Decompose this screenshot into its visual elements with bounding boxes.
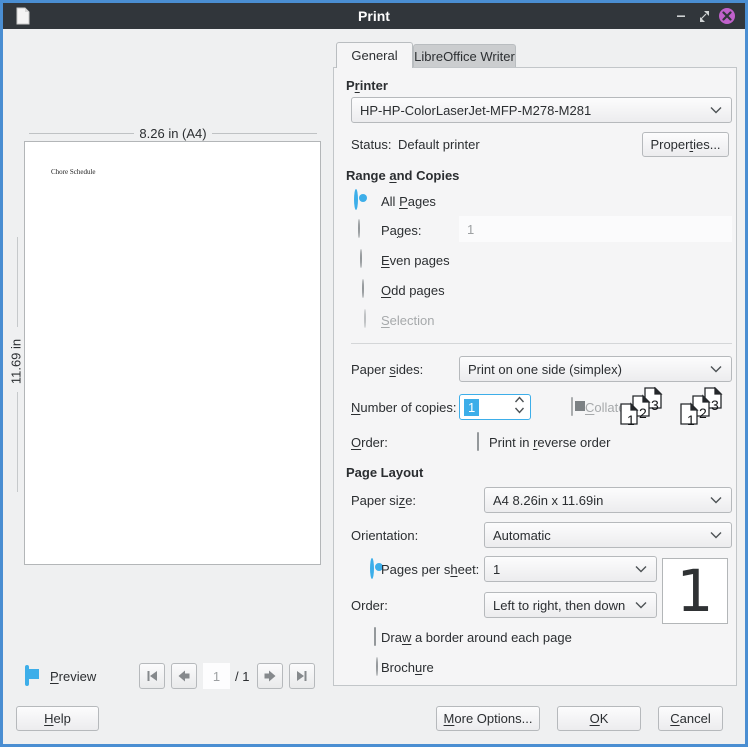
guide-line [17, 237, 18, 327]
document-title-text: Chore Schedule [51, 168, 96, 176]
brochure-label[interactable]: Brochure [381, 660, 434, 675]
paper-width-label: 8.26 in (A4) [139, 126, 206, 141]
all-pages-label[interactable]: All Pages [381, 194, 436, 209]
draw-border-checkbox[interactable] [374, 627, 376, 646]
odd-pages-label[interactable]: Odd pages [381, 283, 445, 298]
pages-per-sheet-label[interactable]: Pages per sheet: [381, 562, 479, 577]
order-label: Order: [351, 435, 388, 450]
number-of-copies-label: Number of copies: [351, 400, 457, 415]
copies-value: 1 [464, 399, 479, 416]
properties-button[interactable]: Properties... [642, 132, 729, 157]
collate-checkbox [571, 397, 573, 416]
even-pages-label[interactable]: Even pages [381, 253, 450, 268]
draw-border-label[interactable]: Draw a border around each page [381, 630, 572, 645]
window-title: Print [3, 3, 745, 29]
paper-size-select[interactable]: A4 8.26in x 11.69in [484, 487, 732, 513]
preview-checkbox-label[interactable]: Preview [50, 669, 96, 684]
collate-pages-icon: 123 [679, 387, 723, 434]
more-options-button[interactable]: More Options... [436, 706, 540, 731]
next-page-icon[interactable] [257, 663, 283, 689]
chevron-down-icon [709, 103, 723, 118]
paper-width-guide: 8.26 in (A4) [24, 126, 322, 141]
all-pages-radio[interactable] [354, 189, 358, 210]
odd-pages-radio[interactable] [362, 279, 364, 298]
paper-size-value: A4 8.26in x 11.69in [493, 493, 603, 508]
pages-radio[interactable] [358, 219, 360, 238]
printer-select[interactable]: HP-HP-ColorLaserJet-MFP-M278-M281 [351, 97, 732, 123]
svg-text:2: 2 [699, 405, 707, 421]
print-preview-page: Chore Schedule [24, 141, 321, 565]
pages-per-sheet-radio[interactable] [370, 558, 374, 579]
orientation-select[interactable]: Automatic [484, 522, 732, 548]
chevron-down-icon [709, 493, 723, 508]
help-button[interactable]: Help [16, 706, 99, 731]
svg-text:3: 3 [651, 397, 659, 413]
svg-text:1: 1 [627, 412, 635, 428]
prev-page-icon[interactable] [171, 663, 197, 689]
reverse-order-label[interactable]: Print in reverse order [489, 435, 610, 450]
svg-text:3: 3 [711, 397, 719, 413]
chevron-down-icon [634, 562, 648, 577]
page-total-label: / 1 [235, 669, 249, 684]
minimize-icon[interactable] [673, 8, 689, 24]
copies-spinner[interactable]: 1 [459, 394, 531, 420]
paper-sides-value: Print on one side (simplex) [468, 362, 622, 377]
printer-heading: Printer [346, 78, 388, 93]
chevron-down-icon [709, 362, 723, 377]
sheet-order-value: Left to right, then down [493, 598, 625, 613]
current-page-input[interactable]: 1 [203, 663, 230, 689]
pages-per-sheet-select[interactable]: 1 [484, 556, 657, 582]
status-label: Status: [351, 137, 391, 152]
spinner-up-down-icon[interactable] [513, 394, 526, 421]
sheet-order-select[interactable]: Left to right, then down [484, 592, 657, 618]
guide-line [212, 133, 317, 134]
orientation-label: Orientation: [351, 528, 418, 543]
pages-radio-label[interactable]: Pages: [381, 223, 421, 238]
orientation-value: Automatic [493, 528, 551, 543]
cancel-button[interactable]: Cancel [658, 706, 723, 731]
pages-per-sheet-value: 1 [493, 562, 500, 577]
tab-general[interactable]: General [336, 42, 413, 68]
first-page-icon[interactable] [139, 663, 165, 689]
tab-libreoffice-writer[interactable]: LibreOffice Writer [413, 44, 516, 68]
chevron-down-icon [634, 598, 648, 613]
paper-sides-label: Paper sides: [351, 362, 423, 377]
section-divider [351, 343, 732, 344]
general-tab-panel: Printer HP-HP-ColorLaserJet-MFP-M278-M28… [333, 67, 737, 686]
selection-label: Selection [381, 313, 434, 328]
svg-text:1: 1 [687, 412, 695, 428]
guide-line [29, 133, 134, 134]
restore-icon[interactable] [695, 8, 711, 24]
svg-text:2: 2 [639, 405, 647, 421]
preview-checkbox[interactable] [25, 665, 29, 686]
reverse-order-checkbox[interactable] [477, 432, 479, 451]
page-layout-heading: Page Layout [346, 465, 423, 480]
guide-line [17, 392, 18, 492]
last-page-icon[interactable] [289, 663, 315, 689]
printer-select-value: HP-HP-ColorLaserJet-MFP-M278-M281 [360, 103, 591, 118]
chevron-down-icon [709, 528, 723, 543]
sheet-order-label: Order: [351, 598, 388, 613]
sheet-layout-preview: 1 [662, 558, 728, 624]
paper-height-label: 11.69 in [9, 334, 24, 390]
print-dialog: Print 8.26 in (A4) 11.69 in Chore Schedu… [0, 0, 748, 747]
close-icon[interactable] [719, 8, 735, 24]
collate-pages-icon: 123 [619, 387, 663, 434]
pages-input[interactable]: 1 [459, 216, 732, 242]
paper-sides-select[interactable]: Print on one side (simplex) [459, 356, 732, 382]
range-copies-heading: Range and Copies [346, 168, 459, 183]
even-pages-radio[interactable] [360, 249, 362, 268]
titlebar[interactable]: Print [3, 3, 745, 29]
brochure-radio[interactable] [376, 657, 378, 676]
selection-radio [364, 309, 366, 328]
paper-size-label: Paper size: [351, 493, 416, 508]
status-value: Default printer [398, 137, 480, 152]
ok-button[interactable]: OK [557, 706, 641, 731]
